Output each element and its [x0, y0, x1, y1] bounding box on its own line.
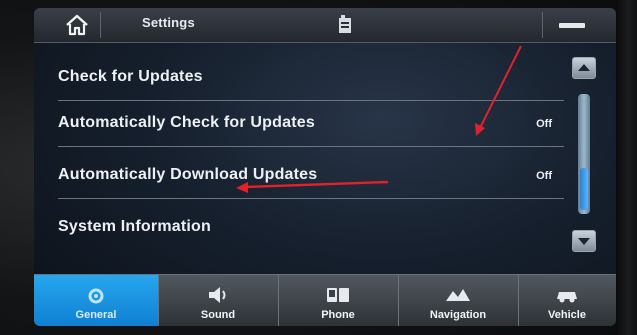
- tab-label: Vehicle: [548, 309, 586, 321]
- tab-label: General: [75, 309, 117, 321]
- home-icon: [66, 14, 88, 36]
- toggle-value: Off: [536, 170, 552, 182]
- map-icon: [446, 289, 470, 301]
- speaker-icon: [209, 287, 226, 303]
- list-item-label: Automatically Check for Updates: [58, 114, 315, 131]
- toggle-value: Off: [536, 118, 552, 130]
- scroll-up-button[interactable]: [572, 57, 596, 79]
- settings-file-icon: [339, 15, 351, 33]
- tab-sound[interactable]: Sound: [158, 275, 279, 326]
- list-item-label: Check for Updates: [58, 68, 203, 85]
- car-icon: [557, 292, 577, 303]
- phone-icon: [327, 288, 349, 302]
- chevron-down-icon: [578, 238, 590, 245]
- tab-phone[interactable]: Phone: [278, 275, 399, 326]
- list-item-label: System Information: [58, 218, 211, 235]
- list-item-auto-download-updates[interactable]: Automatically Download Updates Off: [58, 154, 564, 199]
- tab-general[interactable]: General: [34, 275, 159, 326]
- infotainment-screen: Settings Check for Updates Automatically…: [34, 8, 616, 326]
- page-title: Settings: [142, 15, 195, 30]
- scrollbar-thumb[interactable]: [580, 168, 588, 210]
- tab-label: Navigation: [429, 309, 487, 321]
- list-item-check-for-updates[interactable]: Check for Updates: [58, 56, 564, 101]
- home-button[interactable]: [56, 12, 101, 38]
- chevron-up-icon: [578, 64, 590, 71]
- tab-label: Phone: [321, 309, 355, 321]
- top-bar: Settings: [34, 8, 616, 43]
- scroll-down-button[interactable]: [572, 230, 596, 252]
- status-button[interactable]: [542, 12, 613, 38]
- list-item-auto-check-updates[interactable]: Automatically Check for Updates Off: [58, 102, 564, 147]
- bottom-tab-bar: General Sound Phone Navigation Vehicle: [34, 274, 616, 326]
- status-bar-icon: [559, 23, 585, 28]
- list-item-system-information[interactable]: System Information: [58, 206, 564, 250]
- device-bezel-right: [616, 0, 637, 335]
- list-item-label: Automatically Download Updates: [58, 166, 318, 183]
- tab-label: Sound: [200, 309, 236, 321]
- tab-vehicle[interactable]: Vehicle: [518, 275, 616, 326]
- gear-icon: [88, 288, 104, 304]
- tab-navigation[interactable]: Navigation: [398, 275, 519, 326]
